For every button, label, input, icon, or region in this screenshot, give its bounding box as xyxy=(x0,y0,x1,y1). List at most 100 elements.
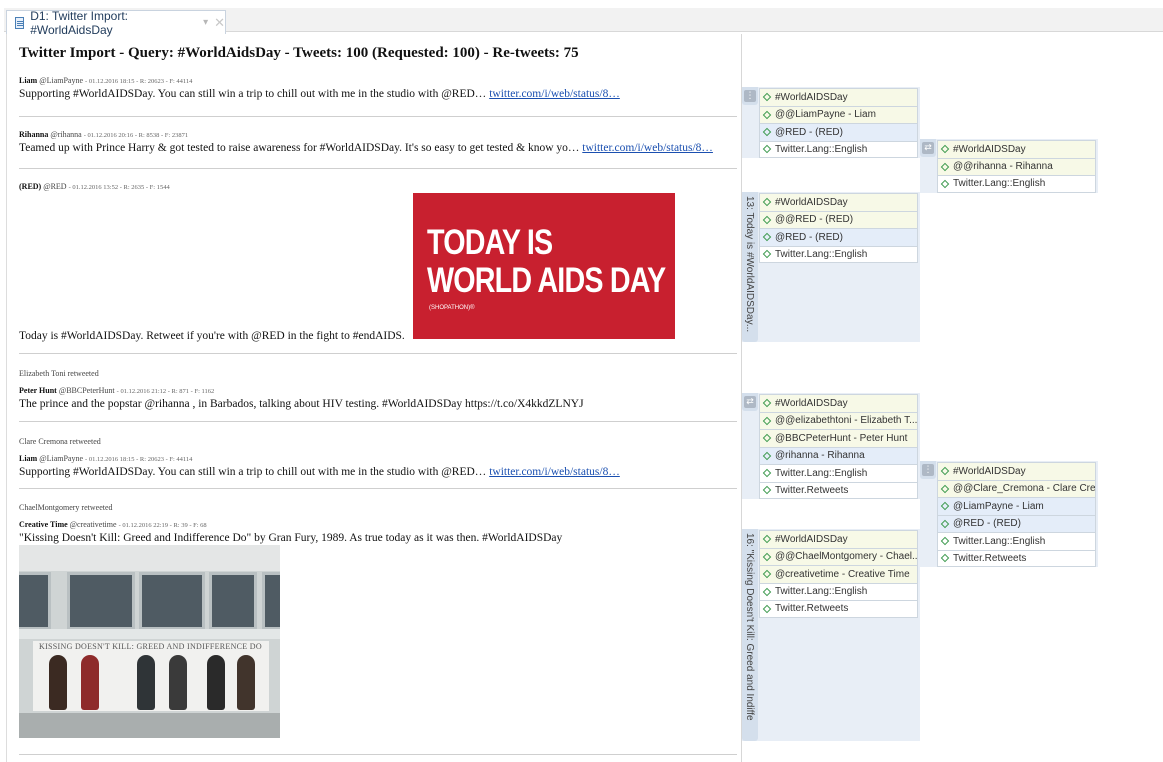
quotation-label: 13: Today is #WorldAIDSDay... xyxy=(744,196,755,333)
code-item[interactable]: Twitter.Lang::English xyxy=(759,140,918,158)
code-item[interactable]: Twitter.Lang::English xyxy=(937,532,1096,550)
code-item[interactable]: @@Clare_Cremona - Clare Cre... xyxy=(937,479,1096,497)
code-icon xyxy=(762,110,772,119)
document-tab-label: D1: Twitter Import: #WorldAidsDay xyxy=(30,8,128,37)
document-tab[interactable]: D1: Twitter Import: #WorldAidsDay ▾ ✕ xyxy=(6,8,226,37)
code-icon xyxy=(940,145,950,154)
code-group[interactable]: ⇄ #WorldAIDSDay @@rihanna - Rihanna Twit… xyxy=(920,139,1098,193)
tweet-image-bus[interactable]: KISSING DOESN'T KILL: GREED AND INDIFFER… xyxy=(19,545,280,738)
code-item[interactable]: @RED - (RED) xyxy=(759,228,918,246)
code-item[interactable]: Twitter.Lang::English xyxy=(759,582,918,600)
code-item[interactable]: Twitter.Lang::English xyxy=(937,175,1096,193)
tweet-text: "Kissing Doesn't Kill: Greed and Indiffe… xyxy=(19,532,563,544)
code-icon xyxy=(762,434,772,443)
code-item[interactable]: @@ChaelMontgomery - Chael... xyxy=(759,547,918,565)
code-item[interactable]: #WorldAIDSDay xyxy=(759,530,918,548)
tweet-meta: Liam @LiamPayne - 01.12.2016 18:15 - R: … xyxy=(19,454,739,463)
code-icon xyxy=(940,537,950,546)
code-group[interactable]: ⇄ #WorldAIDSDay @@elizabethtoni - Elizab… xyxy=(742,393,920,499)
code-item[interactable]: Twitter.Retweets xyxy=(759,481,918,499)
code-item[interactable]: @LiamPayne - Liam xyxy=(937,497,1096,515)
separator xyxy=(19,421,737,422)
code-icon xyxy=(940,554,950,563)
separator xyxy=(19,754,737,755)
tweet-text: The prince and the popstar @rihanna , in… xyxy=(19,398,584,410)
code-item[interactable]: @RED - (RED) xyxy=(937,514,1096,532)
tweet: (RED) @RED - 01.12.2016 13:52 - R: 2635 … xyxy=(19,182,739,191)
tweet-stats: - 01.12.2016 22:19 - R: 39 - F: 68 xyxy=(118,522,207,529)
code-group[interactable]: ⋮ #WorldAIDSDay @@Clare_Cremona - Clare … xyxy=(920,461,1098,567)
code-item[interactable]: #WorldAIDSDay xyxy=(759,193,918,211)
code-item[interactable]: #WorldAIDSDay xyxy=(937,140,1096,158)
separator xyxy=(19,116,737,117)
tweet-author: Creative Time xyxy=(19,520,68,529)
quotation-icon[interactable]: ⋮ xyxy=(744,90,756,102)
code-icon xyxy=(762,250,772,259)
code-icon xyxy=(940,179,950,188)
tweet-text: Today is #WorldAIDSDay. Retweet if you'r… xyxy=(19,330,405,342)
code-item[interactable]: @@rihanna - Rihanna xyxy=(937,157,1096,175)
code-icon xyxy=(762,399,772,408)
tweet-text: Teamed up with Prince Harry & got tested… xyxy=(19,142,739,154)
code-item[interactable]: Twitter.Lang::English xyxy=(759,245,918,263)
code-item[interactable]: @@elizabethtoni - Elizabeth T... xyxy=(759,411,918,429)
close-icon[interactable]: ✕ xyxy=(214,15,225,31)
tweet-meta: Peter Hunt @BBCPeterHunt - 01.12.2016 21… xyxy=(19,386,739,395)
code-icon xyxy=(762,233,772,242)
tweet-meta: Rihanna @rihanna - 01.12.2016 20:16 - R:… xyxy=(19,130,739,139)
tweet-text: Supporting #WorldAIDSDay. You can still … xyxy=(19,466,739,478)
code-icon xyxy=(762,416,772,425)
tweet: ChaelMontgomery retweeted Creative Time … xyxy=(19,503,739,544)
code-item[interactable]: @@LiamPayne - Liam xyxy=(759,105,918,123)
code-icon xyxy=(762,145,772,154)
code-item[interactable]: Twitter.Lang::English xyxy=(759,464,918,482)
link-icon[interactable]: ⇄ xyxy=(922,142,934,154)
code-icon xyxy=(762,451,772,460)
code-icon xyxy=(762,535,772,544)
code-item[interactable]: @creativetime - Creative Time xyxy=(759,565,918,583)
code-icon xyxy=(762,128,772,137)
tweet-stats: - 01.12.2016 18:15 - R: 20623 - F: 44114 xyxy=(85,456,193,463)
code-item[interactable]: @@RED - (RED) xyxy=(759,210,918,228)
image-logo: (SHOPATHON)® xyxy=(429,305,475,311)
image-headline-line2: WORLD AIDS DAY xyxy=(427,261,666,300)
code-group[interactable]: 13: Today is #WorldAIDSDay... #WorldAIDS… xyxy=(742,192,920,342)
code-icon xyxy=(940,467,950,476)
code-item[interactable]: #WorldAIDSDay xyxy=(759,394,918,412)
document-icon xyxy=(15,16,25,29)
code-item[interactable]: #WorldAIDSDay xyxy=(759,88,918,106)
code-item[interactable]: @rihanna - Rihanna xyxy=(759,446,918,464)
tab-strip: D1: Twitter Import: #WorldAidsDay ▾ ✕ xyxy=(0,0,1163,37)
chevron-down-icon[interactable]: ▾ xyxy=(203,17,208,28)
tweet-body: Supporting #WorldAIDSDay. You can still … xyxy=(19,466,490,478)
tweet-link[interactable]: twitter.com/i/web/status/8… xyxy=(489,466,620,478)
tweet-body: Supporting #WorldAIDSDay. You can still … xyxy=(19,88,490,100)
retweeted-by: Clare Cremona retweeted xyxy=(19,437,101,446)
code-group[interactable]: 16: "Kissing Doesn't Kill: Greed and Ind… xyxy=(742,529,920,741)
quotation-icon[interactable]: ⋮ xyxy=(922,464,934,476)
document-view: Twitter Import - Query: #WorldAidsDay - … xyxy=(6,34,742,762)
tweet-text: Supporting #WorldAIDSDay. You can still … xyxy=(19,88,739,100)
codes-margin-pane: ⋮ #WorldAIDSDay @@LiamPayne - Liam @RED … xyxy=(742,34,1163,762)
link-icon[interactable]: ⇄ xyxy=(744,396,756,408)
tweet-body: Teamed up with Prince Harry & got tested… xyxy=(19,142,583,154)
tweet-link[interactable]: twitter.com/i/web/status/8… xyxy=(582,142,713,154)
tweet-stats: - 01.12.2016 13:52 - R: 2635 - F: 1544 xyxy=(68,184,170,191)
code-icon xyxy=(762,215,772,224)
code-item[interactable]: @RED - (RED) xyxy=(759,123,918,141)
code-item[interactable]: Twitter.Retweets xyxy=(937,549,1096,567)
code-item[interactable]: Twitter.Retweets xyxy=(759,600,918,618)
tweet-image-world-aids-day[interactable]: TODAY IS WORLD AIDS DAY (SHOPATHON)® xyxy=(413,193,675,339)
quotation-label: 16: "Kissing Doesn't Kill: Greed and Ind… xyxy=(744,533,755,721)
tweet-link[interactable]: twitter.com/i/web/status/8… xyxy=(489,88,620,100)
code-item[interactable]: #WorldAIDSDay xyxy=(937,462,1096,480)
code-icon xyxy=(762,198,772,207)
tweet: Rihanna @rihanna - 01.12.2016 20:16 - R:… xyxy=(19,130,739,154)
tweet-handle: @RED xyxy=(43,182,67,191)
code-icon xyxy=(762,604,772,613)
code-group[interactable]: ⋮ #WorldAIDSDay @@LiamPayne - Liam @RED … xyxy=(742,87,920,158)
code-icon xyxy=(940,162,950,171)
tweet-text-row: Today is #WorldAIDSDay. Retweet if you'r… xyxy=(19,327,739,342)
code-item[interactable]: @BBCPeterHunt - Peter Hunt xyxy=(759,429,918,447)
tweet: Clare Cremona retweeted Liam @LiamPayne … xyxy=(19,437,739,478)
